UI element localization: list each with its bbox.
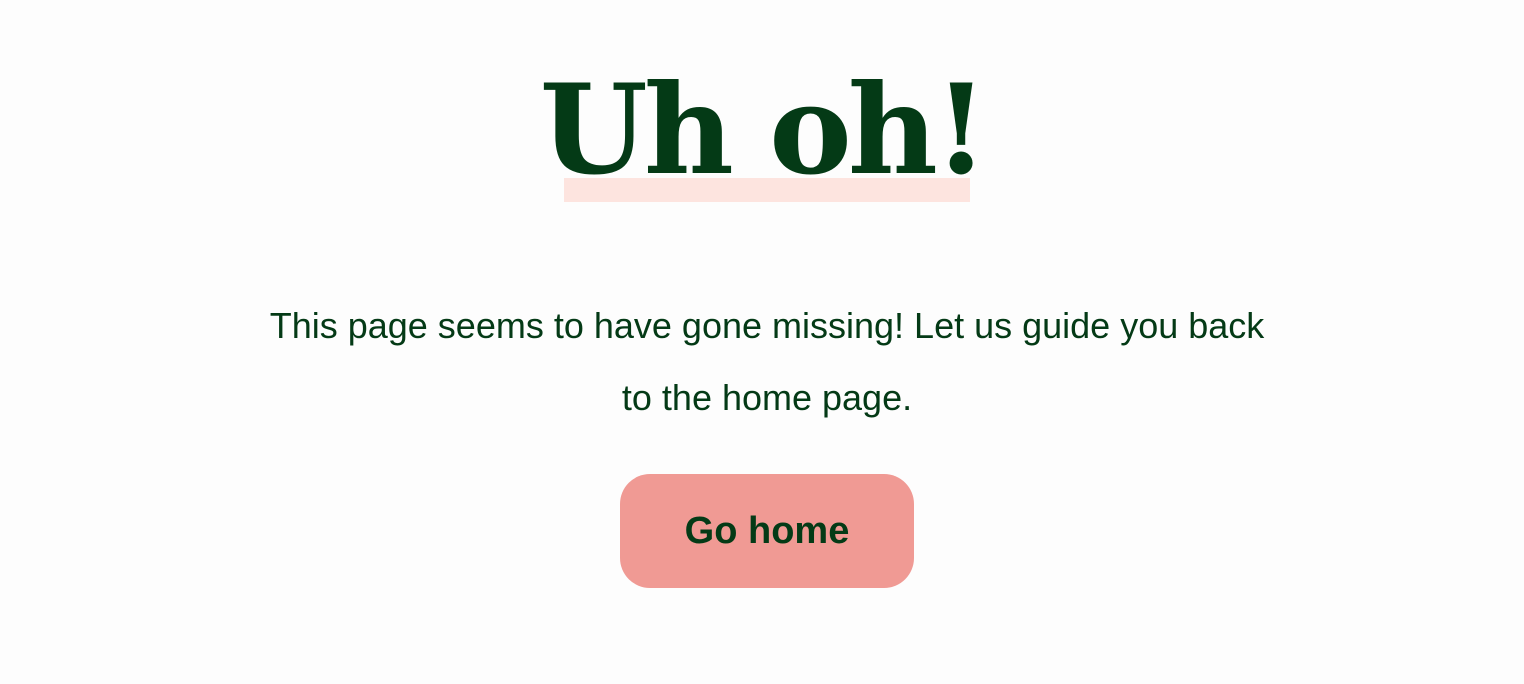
page-title: Uh oh! (539, 58, 989, 203)
headline-container: Uh oh! (0, 56, 1524, 206)
error-message: This page seems to have gone missing! Le… (269, 305, 1265, 418)
go-home-button[interactable]: Go home (620, 474, 914, 588)
not-found-page: Uh oh! This page seems to have gone miss… (0, 0, 1524, 684)
